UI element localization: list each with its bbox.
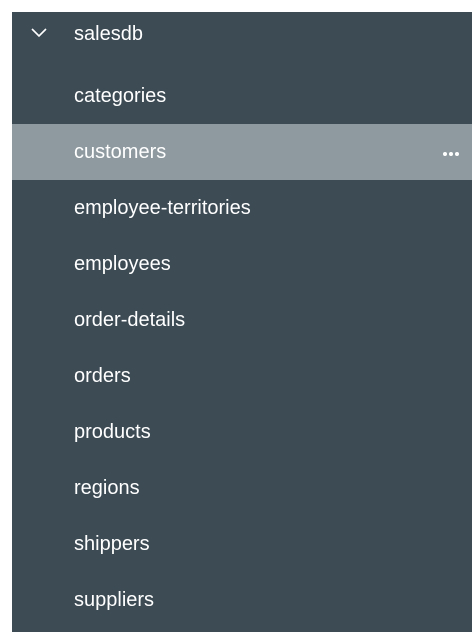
more-options-icon[interactable] [442,146,460,156]
collection-label: employees [74,253,171,275]
collection-item-customers[interactable]: customers [12,124,472,180]
collection-item-shippers[interactable]: shippers [12,516,472,572]
collection-label: orders [74,365,131,387]
database-tree-item-salesdb[interactable]: salesdb [12,12,472,62]
collection-item-order-details[interactable]: order-details [12,292,472,348]
collection-item-suppliers[interactable]: suppliers [12,572,472,628]
collection-label: regions [74,477,140,499]
collection-item-categories[interactable]: categories [12,68,472,124]
collection-label: products [74,421,151,443]
collection-list: categories customers employee-territorie… [12,68,472,628]
collection-item-employees[interactable]: employees [12,236,472,292]
collection-label: customers [74,141,167,163]
database-name: salesdb [74,23,143,45]
collection-label: categories [74,85,167,107]
collection-item-regions[interactable]: regions [12,460,472,516]
chevron-down-icon[interactable] [30,24,48,42]
collection-item-orders[interactable]: orders [12,348,472,404]
collection-label: order-details [74,309,186,331]
collection-label: employee-territories [74,197,251,219]
collection-label: shippers [74,533,150,555]
collection-label: suppliers [74,589,155,611]
collection-item-products[interactable]: products [12,404,472,460]
collection-item-employee-territories[interactable]: employee-territories [12,180,472,236]
database-navigator-panel: salesdb categories customers employee-te… [12,12,472,632]
